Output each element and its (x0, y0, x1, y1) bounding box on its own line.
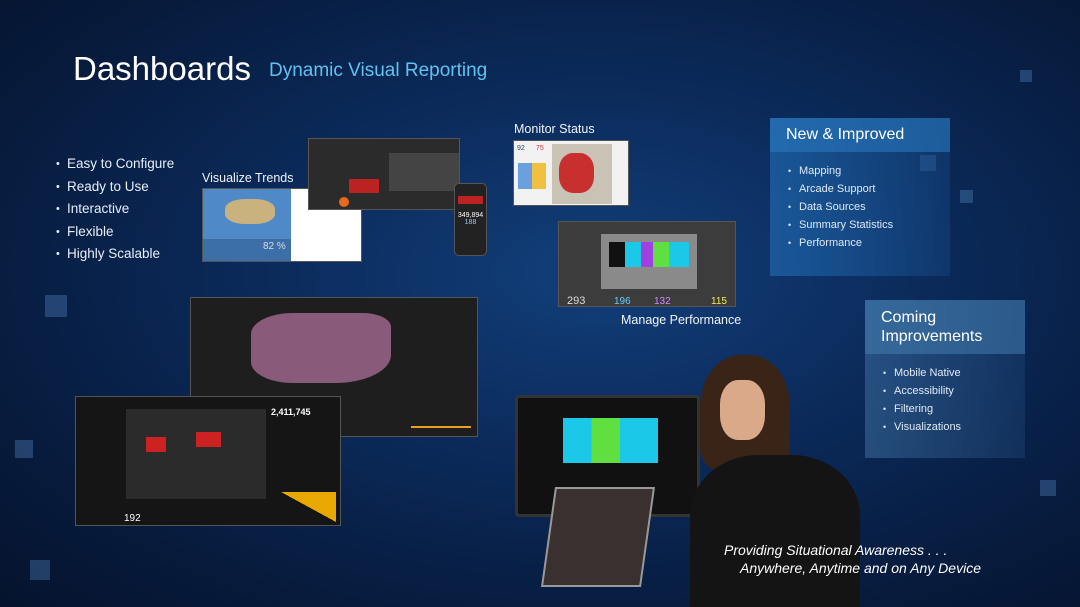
monitor-status-screenshot: 92 75 (513, 140, 629, 206)
covid-dashboard-screenshot: 2,411,745 192 (75, 396, 341, 526)
list-item: Data Sources (788, 198, 950, 216)
label-monitor-status: Monitor Status (514, 122, 595, 136)
tagline: Providing Situational Awareness . . . An… (724, 541, 981, 577)
label-manage-performance: Manage Performance (621, 313, 742, 327)
performance-dashboard-screenshot: 293 196 132 115 (558, 221, 736, 307)
list-item: Visualizations (883, 418, 1025, 436)
trend-value: 82 % (263, 241, 286, 252)
list-item: Easy to Configure (56, 153, 174, 176)
panel-title: Coming Improvements (865, 300, 1025, 354)
tagline-line: Anywhere, Anytime and on Any Device (740, 560, 981, 576)
phone-screenshot: 349,894 188 (454, 183, 487, 256)
page-subtitle: Dynamic Visual Reporting (269, 60, 488, 81)
total-value: 2,411,745 (271, 407, 311, 417)
laptop-image (540, 487, 656, 587)
person-face (720, 380, 765, 440)
stat-value: 75 (536, 145, 544, 152)
operations-dashboard-screenshot (308, 138, 460, 210)
list-item: Filtering (883, 400, 1025, 418)
kpi-value: 196 (614, 296, 631, 307)
coming-improvements-panel: Coming Improvements Mobile Native Access… (865, 300, 1025, 458)
phone-value: 188 (464, 219, 477, 226)
tagline-line: Providing Situational Awareness . . . (724, 542, 948, 558)
panel-title: New & Improved (770, 118, 950, 152)
kpi-value: 293 (567, 295, 586, 307)
phone-value: 349,894 (457, 212, 484, 219)
kpi-value: 132 (654, 296, 671, 307)
list-item: Mapping (788, 162, 950, 180)
list-item: Ready to Use (56, 176, 174, 199)
kpi-value: 115 (711, 296, 727, 307)
list-item: Interactive (56, 198, 174, 221)
list-item: Highly Scalable (56, 243, 174, 266)
list-item: Accessibility (883, 382, 1025, 400)
list-item: Performance (788, 234, 950, 252)
label-visualize-trends: Visualize Trends (202, 171, 294, 185)
stat-value: 92 (517, 145, 525, 152)
list-item: Mobile Native (883, 364, 1025, 382)
list-item: Arcade Support (788, 180, 950, 198)
feature-list: Easy to Configure Ready to Use Interacti… (56, 153, 174, 266)
new-improved-panel: New & Improved Mapping Arcade Support Da… (770, 118, 950, 276)
count-value: 192 (124, 513, 141, 524)
page-title: Dashboards (73, 50, 251, 87)
list-item: Flexible (56, 221, 174, 244)
person-body (690, 455, 860, 607)
list-item: Summary Statistics (788, 216, 950, 234)
